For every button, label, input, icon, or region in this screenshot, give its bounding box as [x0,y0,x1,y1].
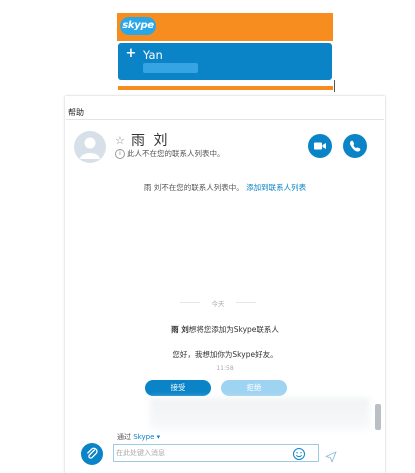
notification-footer [118,86,333,90]
phone-icon [349,140,361,152]
menu-help[interactable]: 帮助 [66,106,386,119]
via-service: Skype [133,433,155,441]
audio-call-button[interactable] [343,134,367,158]
contact-status: 此人不在您的联系人列表中。 [127,149,225,158]
paperclip-icon [87,447,98,459]
message-input[interactable] [116,447,286,459]
chevron-down-icon: ▾ [156,433,161,441]
accept-button[interactable]: 接受 [145,380,211,396]
send-button[interactable] [325,448,337,463]
avatar[interactable] [74,131,106,163]
add-to-contacts-link[interactable]: 添加到联系人列表 [246,183,306,192]
day-divider-left [180,302,200,303]
notification-redacted-text [143,63,198,73]
emoji-button[interactable] [292,446,306,460]
contact-request-title: 雨 刘想将您添加为Skype联系人 [66,324,384,335]
person-icon [80,137,100,159]
scrollbar-thumb[interactable] [375,404,381,430]
menu-divider [66,119,384,120]
day-divider-right [236,302,256,303]
video-camera-icon [314,142,326,150]
contact-request-message: 您好，我想加你为Skype好友。 [172,350,278,359]
notification-name: Yan [143,48,163,62]
decline-button[interactable]: 拒绝 [221,380,287,396]
divider [334,80,335,92]
video-call-button[interactable] [308,134,332,158]
star-icon[interactable]: ☆ [115,134,125,147]
send-icon [325,451,337,463]
attach-button[interactable] [81,443,103,465]
request-text: 想将您添加为Skype联系人 [188,325,279,334]
contact-name: 雨 刘 [131,133,170,149]
request-sender: 雨 刘 [171,325,189,334]
smiley-icon [293,448,305,460]
not-in-contacts-banner: 雨 刘不在您的联系人列表中。 添加到联系人列表 [66,182,384,193]
day-label: 今天 [211,300,225,308]
via-label: 通过 [117,433,131,441]
plus-icon: + [125,46,137,61]
blurred-region [150,398,370,430]
skype-logo: skype [120,17,156,35]
send-via-selector[interactable]: 通过 Skype ▾ [117,432,160,442]
not-in-contacts-text: 雨 刘不在您的联系人列表中。 [143,183,244,192]
info-icon: i [115,149,125,159]
message-timestamp: 11:58 [216,365,234,372]
